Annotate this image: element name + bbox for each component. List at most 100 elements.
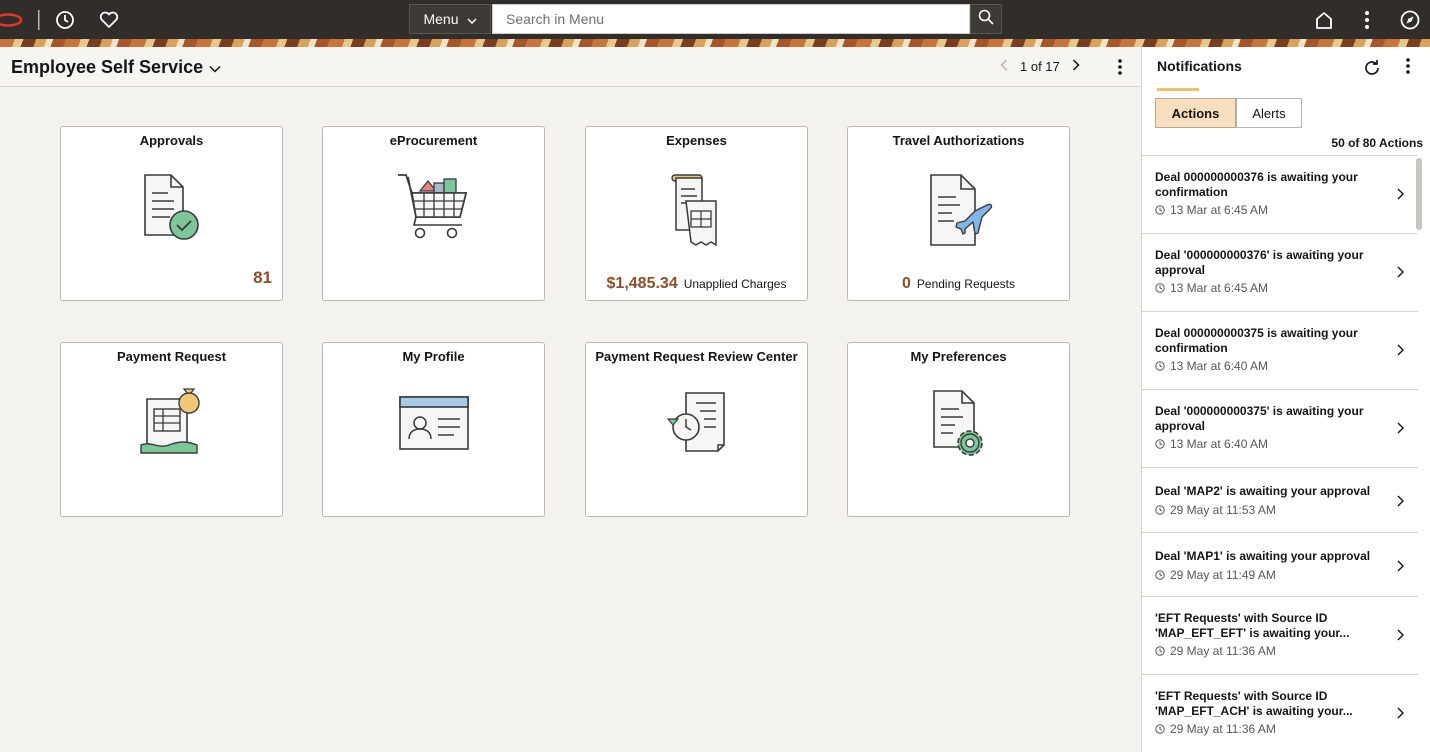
notification-time: 13 Mar at 6:45 AM <box>1155 281 1268 295</box>
chevron-down-icon <box>209 57 221 78</box>
search-input[interactable]: Search in Menu <box>492 4 970 34</box>
menu-label: Menu <box>423 11 459 27</box>
list-item[interactable]: 'EFT Requests' with Source ID 'MAP_EFT_E… <box>1142 596 1418 674</box>
tile-my-profile[interactable]: My Profile <box>322 342 545 517</box>
search-placeholder: Search in Menu <box>506 11 605 27</box>
notification-text: 'EFT Requests' with Source ID 'MAP_EFT_A… <box>1155 689 1353 718</box>
navigator-menu-button[interactable]: Menu <box>409 4 491 34</box>
notifications-options-icon[interactable] <box>1406 58 1410 79</box>
notifications-title: Notifications <box>1157 58 1242 74</box>
clock-icon <box>1155 439 1165 449</box>
tile-travel-authorizations[interactable]: Travel Authorizations 0 Pending Requests <box>847 126 1070 301</box>
approvals-count: 81 <box>253 268 272 287</box>
oracle-logo-icon[interactable] <box>0 0 24 39</box>
homepage-pager: 1 of 17 <box>1000 59 1080 74</box>
clock-icon <box>1155 361 1165 371</box>
chevron-right-icon <box>1397 265 1404 283</box>
unapplied-charges-label: Unapplied Charges <box>683 277 787 291</box>
tile-title: Payment Request Review Center <box>595 349 798 364</box>
notification-text: Deal 000000000375 is awaiting your confi… <box>1155 326 1358 355</box>
search-icon <box>978 9 994 30</box>
profile-card-icon <box>398 387 470 467</box>
favorites-heart-icon[interactable] <box>97 0 121 39</box>
list-item[interactable]: Deal 'MAP1' is awaiting your approval 29… <box>1142 532 1418 596</box>
tile-title: Approvals <box>139 133 204 148</box>
search-button[interactable] <box>970 4 1002 34</box>
notification-text: Deal 'MAP1' is awaiting your approval <box>1155 549 1371 563</box>
tile-title: Travel Authorizations <box>892 133 1025 148</box>
expenses-summary: $1,485.34 Unapplied Charges <box>586 275 807 293</box>
notification-text: 'EFT Requests' with Source ID 'MAP_EFT_E… <box>1155 611 1350 640</box>
clock-icon <box>1155 646 1165 656</box>
clock-icon <box>1155 570 1165 580</box>
list-item[interactable]: Deal '000000000375' is awaiting your app… <box>1142 389 1418 467</box>
navbar-compass-icon[interactable] <box>1398 0 1422 39</box>
list-item[interactable]: Deal 000000000375 is awaiting your confi… <box>1142 311 1418 389</box>
time-label: 13 Mar at 6:45 AM <box>1170 203 1269 217</box>
page-title: Employee Self Service <box>11 57 204 77</box>
tile-title: My Preferences <box>910 349 1007 364</box>
tile-title: My Profile <box>402 349 465 364</box>
tile-my-preferences[interactable]: My Preferences <box>847 342 1070 517</box>
list-item[interactable]: Deal 000000000376 is awaiting your confi… <box>1142 155 1418 233</box>
tile-payment-request[interactable]: Payment Request <box>60 342 283 517</box>
tile-eprocurement[interactable]: eProcurement <box>322 126 545 301</box>
tile-approvals[interactable]: Approvals 81 <box>60 126 283 301</box>
pending-requests-count: 0 <box>902 275 911 292</box>
notifications-panel: Notifications Actions Alerts 50 of 80 Ac… <box>1141 47 1430 752</box>
notification-time: 13 Mar at 6:40 AM <box>1155 437 1268 451</box>
notification-text: Deal 'MAP2' is awaiting your approval <box>1155 484 1371 498</box>
time-label: 29 May at 11:36 AM <box>1170 644 1276 658</box>
tab-actions[interactable]: Actions <box>1155 98 1236 128</box>
list-item[interactable]: 'EFT Requests' with Source ID 'MAP_EFT_A… <box>1142 674 1418 752</box>
tab-alerts[interactable]: Alerts <box>1236 98 1302 128</box>
home-icon[interactable] <box>1312 0 1336 39</box>
refresh-icon[interactable] <box>1362 58 1382 83</box>
actions-menu-icon[interactable] <box>1358 0 1376 39</box>
time-label: 13 Mar at 6:45 AM <box>1170 281 1269 295</box>
previous-page-icon[interactable] <box>1000 59 1008 74</box>
unapplied-charges-amount: $1,485.34 <box>606 275 678 292</box>
approved-document-icon <box>137 171 207 251</box>
recent-history-icon[interactable] <box>53 0 77 39</box>
notification-time: 29 May at 11:49 AM <box>1155 568 1276 582</box>
chevron-right-icon <box>1397 343 1404 361</box>
tile-title: Expenses <box>666 133 727 148</box>
notification-time: 13 Mar at 6:45 AM <box>1155 203 1268 217</box>
notification-time: 13 Mar at 6:40 AM <box>1155 359 1268 373</box>
actions-count: 50 of 80 Actions <box>1331 136 1423 150</box>
tile-title: eProcurement <box>389 133 478 148</box>
expense-receipts-icon <box>664 171 730 251</box>
chevron-right-icon <box>1397 628 1404 646</box>
tile-payment-request-review-center[interactable]: Payment Request Review Center <box>585 342 808 517</box>
page-options-icon[interactable] <box>1112 57 1128 77</box>
top-bar: Menu Search in Menu <box>0 0 1430 39</box>
chevron-down-icon <box>466 11 477 27</box>
chevron-right-icon <box>1397 494 1404 512</box>
list-item[interactable]: Deal 'MAP2' is awaiting your approval 29… <box>1142 467 1418 532</box>
shopping-cart-icon <box>396 171 472 251</box>
travel-document-airplane-icon <box>921 171 997 251</box>
time-label: 29 May at 11:36 AM <box>1170 722 1276 736</box>
travel-summary: 0 Pending Requests <box>848 275 1069 293</box>
notification-time: 29 May at 11:36 AM <box>1155 722 1276 736</box>
chevron-right-icon <box>1397 187 1404 205</box>
tile-expenses[interactable]: Expenses $1,485.34 Unapplied Charges <box>585 126 808 301</box>
clock-icon <box>1155 283 1165 293</box>
chevron-right-icon <box>1397 559 1404 577</box>
chevron-right-icon <box>1397 421 1404 439</box>
next-page-icon[interactable] <box>1072 59 1080 74</box>
time-label: 29 May at 11:49 AM <box>1170 568 1276 582</box>
notification-text: Deal '000000000375' is awaiting your app… <box>1155 404 1364 433</box>
list-item[interactable]: Deal '000000000376' is awaiting your app… <box>1142 233 1418 311</box>
clock-icon <box>1155 724 1165 734</box>
tile-title: Payment Request <box>116 349 227 364</box>
notification-time: 29 May at 11:36 AM <box>1155 644 1276 658</box>
notifications-scrollbar[interactable] <box>1416 158 1422 230</box>
decorative-banner <box>0 39 1430 47</box>
divider <box>37 0 41 39</box>
homepage-selector[interactable]: Employee Self Service <box>11 57 221 78</box>
notification-list: Deal 000000000376 is awaiting your confi… <box>1142 155 1418 752</box>
document-settings-gear-icon <box>924 387 994 467</box>
clock-icon <box>1155 505 1165 515</box>
